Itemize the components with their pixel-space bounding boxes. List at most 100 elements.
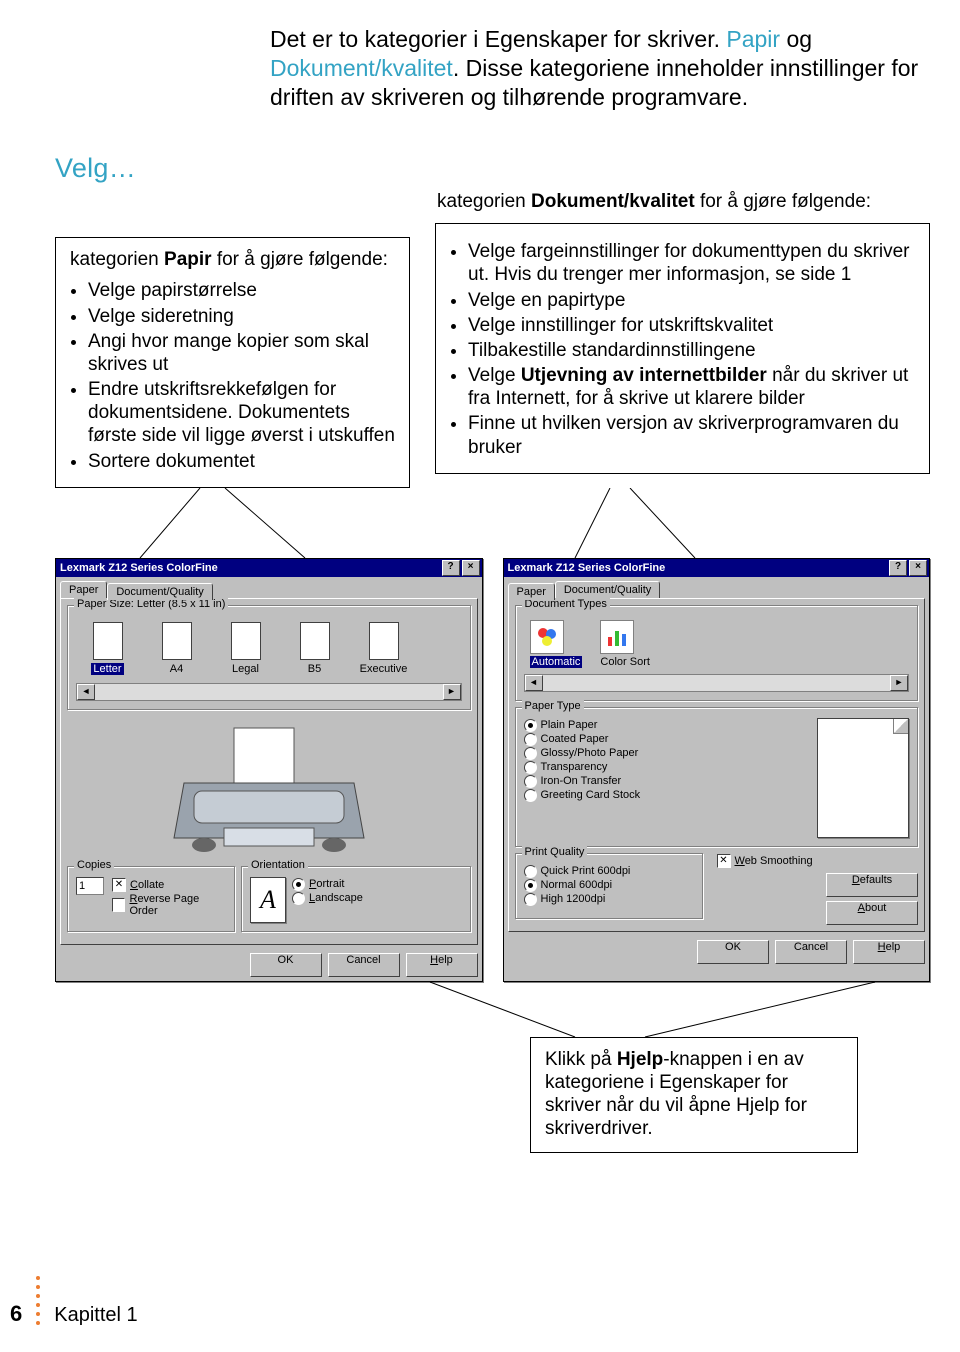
paper-size-scrollbar[interactable]: ◄ ► [76, 683, 462, 701]
transparency-radio[interactable]: Transparency [524, 761, 808, 774]
doc-type-automatic[interactable]: Automatic [530, 620, 583, 668]
close-button[interactable]: × [462, 560, 480, 576]
reverse-checkbox[interactable]: Reverse Page Order [112, 893, 226, 917]
doc-type-auto-label: Automatic [530, 656, 583, 668]
help-titlebar-button[interactable]: ? [889, 560, 907, 576]
dq-item: Velge fargeinnstillinger for dokumenttyp… [468, 240, 917, 286]
glossy-paper-radio[interactable]: Glossy/Photo Paper [524, 747, 808, 760]
doc-type-color-label: Color Sort [600, 656, 650, 668]
footer-dots-icon [36, 1276, 40, 1327]
callout-dq: Velge fargeinnstillinger for dokumenttyp… [435, 223, 930, 474]
help-button-label: elp [438, 954, 453, 966]
intro-dq: Dokument/kvalitet [270, 55, 453, 81]
paper-size-letter[interactable]: Letter [80, 622, 135, 675]
web-smoothing-checkbox[interactable]: ✕Web Smoothing [717, 854, 813, 868]
callout-papir-lead-bold: Papir [164, 249, 212, 270]
ok-button[interactable]: OK [697, 940, 769, 964]
window-title: Lexmark Z12 Series ColorFine [508, 562, 888, 574]
copies-input[interactable] [76, 877, 104, 895]
copies-group: Copies ✕Collate Reverse Page Order [67, 866, 235, 932]
chapter-label: Kapittel 1 [54, 1304, 137, 1327]
intro-mid: og [780, 26, 812, 52]
help-button[interactable]: Help [406, 953, 478, 977]
help-pre: Klikk på [545, 1049, 617, 1070]
landscape-radio[interactable]: Landscape [292, 892, 363, 905]
cancel-button[interactable]: Cancel [328, 953, 400, 977]
dq-item: Velge en papirtype [468, 289, 917, 312]
tab-paper[interactable]: Paper [60, 581, 107, 598]
doc-types-scrollbar[interactable]: ◄ ► [524, 674, 910, 692]
pq-label: High 1200dpi [541, 893, 606, 905]
defaults-label: efaults [860, 874, 892, 886]
paper-size-a4[interactable]: A4 [149, 622, 204, 675]
intro-pre: Det er to kategorier i Egenskaper for sk… [270, 26, 726, 52]
papir-item: Angi hvor mange kopier som skal skrives … [88, 330, 397, 376]
portrait-radio[interactable]: Portrait [292, 878, 363, 891]
titlebar[interactable]: Lexmark Z12 Series ColorFine ? × [56, 559, 482, 577]
scroll-right-icon[interactable]: ► [443, 684, 461, 700]
orientation-group: Orientation A Portrait Landscape [241, 866, 471, 932]
tab-document-quality[interactable]: Document/Quality [107, 583, 212, 600]
paper-size-legal[interactable]: Legal [218, 622, 273, 675]
color-sort-icon [600, 620, 634, 654]
page-number: 6 [10, 1301, 22, 1327]
paper-type-label: Paper Type [522, 700, 584, 712]
coated-paper-radio[interactable]: Coated Paper [524, 733, 808, 746]
high-print-radio[interactable]: High 1200dpi [524, 893, 694, 906]
callout-papir-lead-pre: kategorien [70, 249, 164, 270]
tab-paper[interactable]: Paper [508, 583, 555, 600]
about-label: bout [865, 902, 886, 914]
paper-size-b5[interactable]: B5 [287, 622, 342, 675]
landscape-label: andscape [315, 892, 363, 904]
cancel-button[interactable]: Cancel [775, 940, 847, 964]
callout-papir: kategorien Papir for å gjøre følgende: V… [55, 237, 410, 488]
dq-item: Tilbakestille standardinnstillingene [468, 339, 917, 362]
ok-button[interactable]: OK [250, 953, 322, 977]
papir-item: Velge sideretning [88, 305, 397, 328]
collate-label: ollate [138, 879, 164, 891]
page-footer: 6 Kapittel 1 [10, 1276, 138, 1327]
document-types-group: Document Types Automatic Col [515, 605, 919, 701]
defaults-button[interactable]: Defaults [826, 873, 918, 897]
quick-print-radio[interactable]: Quick Print 600dpi [524, 865, 694, 878]
scroll-left-icon[interactable]: ◄ [525, 675, 543, 691]
dq-lead-pre: kategorien [437, 191, 531, 212]
close-button[interactable]: × [909, 560, 927, 576]
dialog-document-quality: Lexmark Z12 Series ColorFine ? × Paper D… [503, 558, 931, 982]
normal-print-radio[interactable]: Normal 600dpi [524, 879, 694, 892]
callout-papir-lead-post: for å gjøre følgende: [212, 249, 388, 270]
help-button[interactable]: Help [853, 940, 925, 964]
about-button[interactable]: About [826, 901, 918, 925]
greeting-card-radio[interactable]: Greeting Card Stock [524, 789, 808, 802]
window-title: Lexmark Z12 Series ColorFine [60, 562, 440, 574]
intro-paragraph: Det er to kategorier i Egenskaper for sk… [270, 25, 930, 111]
portrait-label: ortrait [316, 878, 344, 890]
callout-help: Klikk på Hjelp-knappen i en av kategorie… [530, 1037, 858, 1154]
scroll-left-icon[interactable]: ◄ [77, 684, 95, 700]
scroll-right-icon[interactable]: ► [890, 675, 908, 691]
reverse-label: everse Page Order [129, 893, 199, 917]
collate-checkbox[interactable]: ✕Collate [112, 878, 226, 892]
paper-size-executive[interactable]: Executive [356, 622, 411, 675]
dq-lead-bold: Dokument/kvalitet [531, 191, 695, 212]
paper-size-label-text: Executive [360, 663, 408, 675]
doc-type-color-sort[interactable]: Color Sort [600, 620, 650, 668]
dq-utj-bold: Utjevning av internettbilder [521, 365, 767, 386]
papir-item: Velge papirstørrelse [88, 279, 397, 302]
papir-item: Sortere dokumentet [88, 450, 397, 473]
paper-size-label-text: Letter [91, 663, 123, 675]
tab-document-quality[interactable]: Document/Quality [555, 581, 660, 598]
pt-label: Transparency [541, 761, 608, 773]
dq-lead-post: for å gjøre følgende: [695, 191, 871, 212]
iron-on-radio[interactable]: Iron-On Transfer [524, 775, 808, 788]
plain-paper-radio[interactable]: Plain Paper [524, 719, 808, 732]
section-heading-velg: Velg… [55, 153, 136, 184]
help-button-label: elp [886, 941, 901, 953]
printer-illustration [67, 716, 471, 866]
web-smoothing-label: eb Smoothing [745, 855, 813, 867]
help-titlebar-button[interactable]: ? [442, 560, 460, 576]
pt-label: Plain Paper [541, 719, 598, 731]
titlebar[interactable]: Lexmark Z12 Series ColorFine ? × [504, 559, 930, 577]
papir-item: Endre utskriftsrekkefølgen for dokuments… [88, 378, 397, 448]
copies-label: Copies [74, 859, 114, 871]
